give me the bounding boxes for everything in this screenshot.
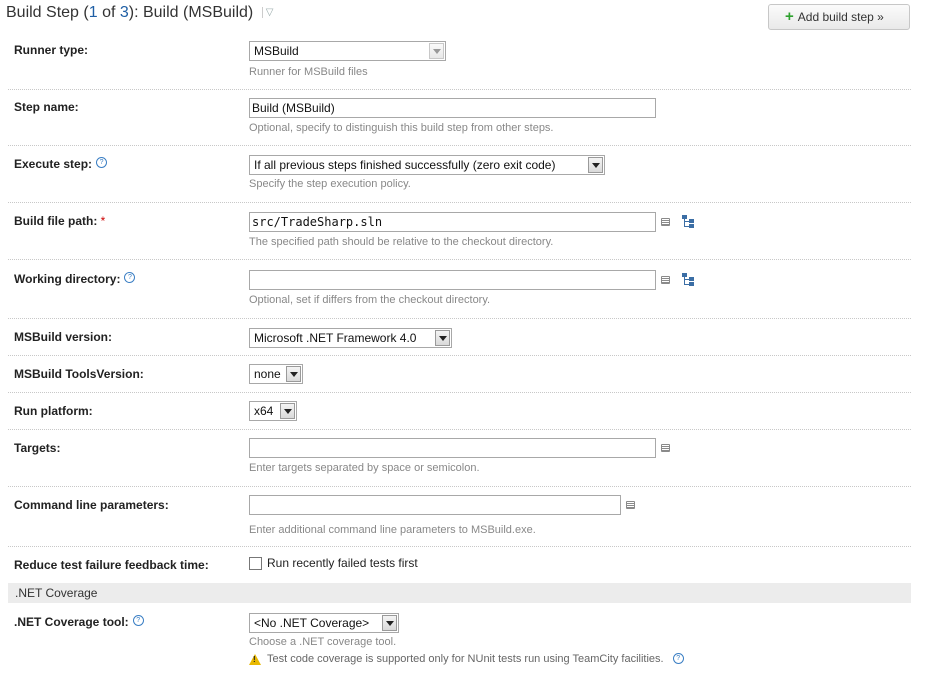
add-build-step-label: Add build step » xyxy=(797,10,884,24)
runner-type-label: Runner type: xyxy=(14,43,89,57)
run-failed-first-checkbox[interactable] xyxy=(249,557,262,571)
total-steps-link[interactable]: 3 xyxy=(120,4,129,21)
run-failed-first-label: Run recently failed tests first xyxy=(267,556,418,570)
msbuild-version-label: MSBuild version: xyxy=(14,330,113,344)
execute-step-row: Execute step:? If all previous steps fin… xyxy=(8,145,911,203)
working-directory-row: Working directory:? Optional, set if dif… xyxy=(8,259,911,319)
file-tree-icon[interactable] xyxy=(682,215,694,228)
working-directory-input[interactable] xyxy=(249,270,656,290)
help-icon[interactable]: ? xyxy=(124,272,136,283)
coverage-section-header: .NET Coverage xyxy=(8,583,911,603)
current-step-link[interactable]: 1 xyxy=(89,4,98,21)
build-file-path-label-wrap: Build file path: * xyxy=(14,214,105,228)
reduce-feedback-label: Reduce test failure feedback time: xyxy=(14,558,209,572)
page-title: Build Step (1 of 3): Build (MSBuild) ▽ xyxy=(6,4,273,28)
msbuild-version-value: Microsoft .NET Framework 4.0 xyxy=(254,331,417,345)
runner-type-select[interactable]: MSBuild xyxy=(249,41,446,61)
msbuild-version-row: MSBuild version: Microsoft .NET Framewor… xyxy=(8,318,911,356)
reduce-feedback-row: Reduce test failure feedback time: Run r… xyxy=(8,546,911,583)
add-build-step-button[interactable]: + Add build step » xyxy=(768,4,910,30)
command-line-params-note: Enter additional command line parameters… xyxy=(249,524,536,536)
execute-step-select[interactable]: If all previous steps finished successfu… xyxy=(249,155,605,175)
expand-textarea-icon[interactable] xyxy=(661,444,670,452)
execute-step-label: Execute step: xyxy=(14,157,93,171)
tools-version-value: none xyxy=(254,367,281,381)
help-icon[interactable]: ? xyxy=(132,615,144,626)
tools-version-select[interactable]: none xyxy=(249,364,303,384)
file-tree-icon[interactable] xyxy=(682,273,694,286)
command-line-params-row: Command line parameters: Enter additiona… xyxy=(8,486,911,547)
title-suffix: ): Build (MSBuild) xyxy=(128,4,254,21)
help-icon[interactable]: ? xyxy=(96,157,108,168)
chevron-down-icon xyxy=(435,330,450,346)
coverage-tool-value: <No .NET Coverage> xyxy=(254,616,370,630)
chevron-down-icon xyxy=(286,366,301,382)
working-directory-label: Working directory: xyxy=(14,272,121,286)
warning-icon xyxy=(249,653,261,665)
step-name-input[interactable]: Build (MSBuild) xyxy=(249,98,656,118)
build-file-path-input[interactable]: src/TradeSharp.sln xyxy=(249,212,656,232)
coverage-tool-row: .NET Coverage tool:? <No .NET Coverage> … xyxy=(8,603,911,681)
execute-step-note: Specify the step execution policy. xyxy=(249,178,411,190)
run-platform-label: Run platform: xyxy=(14,404,93,418)
targets-note: Enter targets separated by space or semi… xyxy=(249,462,480,474)
execute-step-value: If all previous steps finished successfu… xyxy=(254,158,556,172)
runner-type-value: MSBuild xyxy=(254,44,299,58)
coverage-tool-label-wrap: .NET Coverage tool:? xyxy=(14,615,144,629)
expand-textarea-icon[interactable] xyxy=(661,276,670,284)
targets-row: Targets: Enter targets separated by spac… xyxy=(8,429,911,487)
build-file-path-note: The specified path should be relative to… xyxy=(249,236,554,248)
run-platform-row: Run platform: x64 xyxy=(8,392,911,430)
runner-type-row: Runner type: MSBuild Runner for MSBuild … xyxy=(8,34,911,90)
command-line-params-input[interactable] xyxy=(249,495,621,515)
plus-icon: + xyxy=(785,8,794,25)
build-file-path-row: Build file path: * src/TradeSharp.sln Th… xyxy=(8,202,911,260)
help-icon[interactable]: ? xyxy=(672,653,684,664)
execute-step-label-wrap: Execute step:? xyxy=(14,157,108,171)
step-name-note: Optional, specify to distinguish this bu… xyxy=(249,122,554,134)
expand-textarea-icon[interactable] xyxy=(661,218,670,226)
chevron-down-icon xyxy=(588,157,603,173)
title-prefix: Build Step ( xyxy=(6,4,89,21)
run-platform-select[interactable]: x64 xyxy=(249,401,297,421)
coverage-tool-select[interactable]: <No .NET Coverage> xyxy=(249,613,399,633)
coverage-warning-text: Test code coverage is supported only for… xyxy=(267,653,664,665)
msbuild-version-select[interactable]: Microsoft .NET Framework 4.0 xyxy=(249,328,452,348)
tools-version-label: MSBuild ToolsVersion: xyxy=(14,367,144,381)
chevron-down-icon xyxy=(429,43,444,59)
step-name-label: Step name: xyxy=(14,100,79,114)
required-marker: * xyxy=(100,214,106,228)
targets-label: Targets: xyxy=(14,441,61,455)
targets-input[interactable] xyxy=(249,438,656,458)
step-name-row: Step name: Build (MSBuild) Optional, spe… xyxy=(8,89,911,146)
command-line-params-label: Command line parameters: xyxy=(14,498,169,512)
expand-textarea-icon[interactable] xyxy=(626,501,635,509)
build-file-path-label: Build file path: xyxy=(14,214,98,228)
title-of: of xyxy=(97,4,120,21)
chevron-down-icon xyxy=(280,403,295,419)
coverage-warning: Test code coverage is supported only for… xyxy=(249,653,684,665)
run-platform-value: x64 xyxy=(254,404,274,418)
step-menu-chevron-icon[interactable]: ▽ xyxy=(261,7,273,19)
coverage-tool-label: .NET Coverage tool: xyxy=(14,615,129,629)
runner-type-note: Runner for MSBuild files xyxy=(249,66,368,78)
working-directory-note: Optional, set if differs from the checko… xyxy=(249,294,491,306)
chevron-down-icon xyxy=(382,615,397,631)
run-failed-first-option[interactable]: Run recently failed tests first xyxy=(249,556,418,571)
working-directory-label-wrap: Working directory:? xyxy=(14,272,136,286)
tools-version-row: MSBuild ToolsVersion: none xyxy=(8,355,911,393)
coverage-tool-note: Choose a .NET coverage tool. xyxy=(249,636,397,648)
